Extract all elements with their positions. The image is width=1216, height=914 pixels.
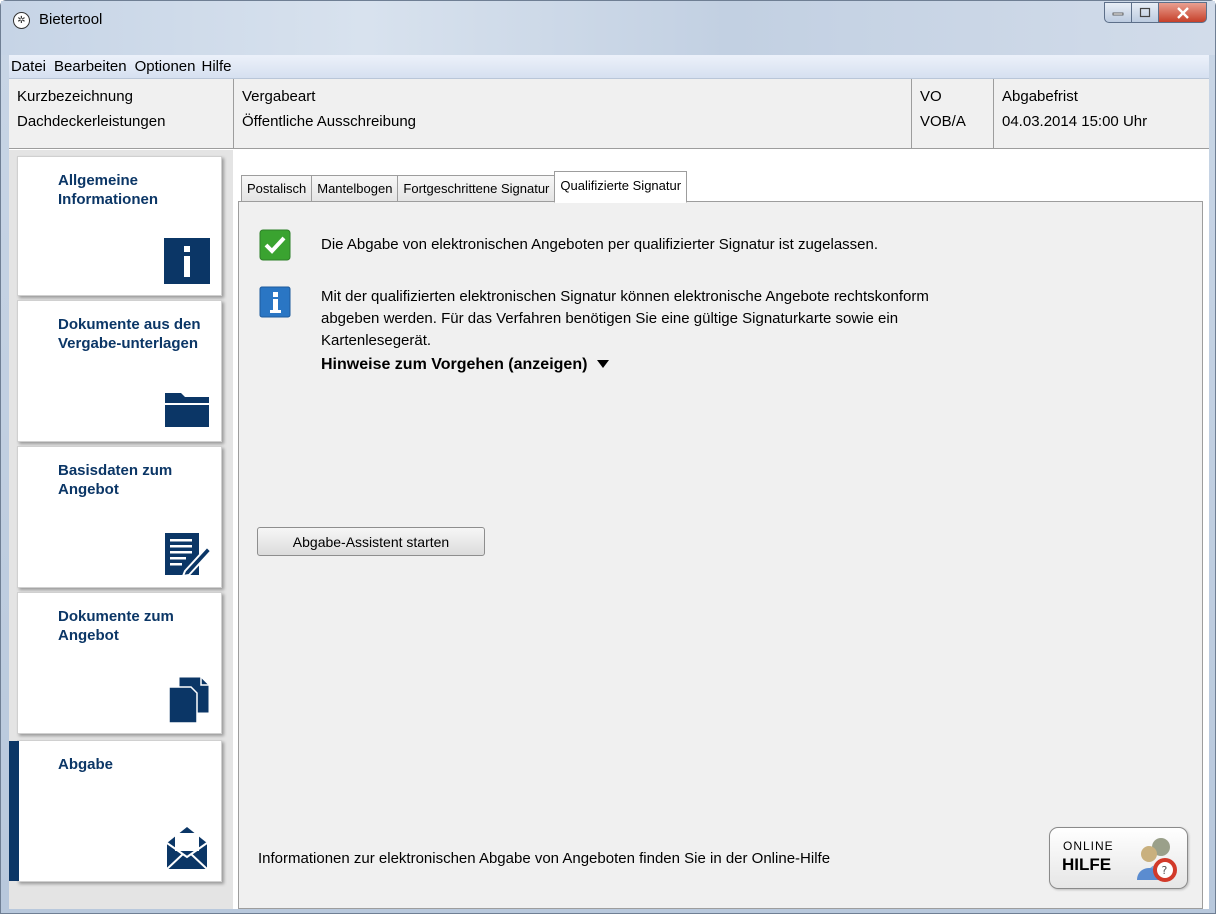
header-label: Abgabefrist [1002,88,1078,105]
header-vo: VO VOB/A [912,79,994,148]
window-title: Bietertool [39,11,103,28]
tab-strip: Postalisch Mantelbogen Fortgeschrittene … [241,171,688,203]
client-area: Kurzbezeichnung Dachdeckerleistungen Ver… [9,79,1209,909]
tab-qualifizierte-signatur[interactable]: Qualifizierte Signatur [554,171,688,203]
hint-toggle[interactable]: Hinweise zum Vorgehen (anzeigen) [321,356,929,374]
allowed-message-row: Die Abgabe von elektronischen Angeboten … [259,229,878,261]
title-bar[interactable]: ✲ Bietertool [1,1,1215,55]
help-online-label: ONLINE [1063,839,1114,853]
tab-panel-qualifizierte-signatur: Die Abgabe von elektronischen Angeboten … [238,201,1203,909]
info-line: abgeben werden. Für das Verfahren benöti… [321,310,899,327]
info-message-icon [259,286,291,318]
menu-optionen[interactable]: Optionen [133,58,198,75]
sidebar-item-dokumente-angebot[interactable]: Dokumente zum Angebot [17,592,222,734]
online-help-hint: Informationen zur elektronischen Abgabe … [258,850,831,867]
envelope-icon [166,827,208,870]
tab-mantelbogen[interactable]: Mantelbogen [311,175,399,202]
app-window: ✲ Bietertool Datei Bearbeiten Optionen H… [0,0,1216,914]
info-icon [164,238,210,284]
sidebar-item-allgemeine-informationen[interactable]: Allgemeine Informationen [17,156,222,296]
sidebar-item-label: Basisdaten zum Angebot [58,462,173,498]
allowed-message: Die Abgabe von elektronischen Angeboten … [321,236,879,253]
app-logo-icon: ✲ [13,12,30,29]
header-vergabeart: Vergabeart Öffentliche Ausschreibung [234,79,912,148]
triangle-down-icon [596,360,609,368]
sidebar-item-basisdaten[interactable]: Basisdaten zum Angebot [17,446,222,588]
menu-datei[interactable]: Datei [9,58,48,75]
info-line: Mit der qualifizierten elektronischen Si… [321,288,929,305]
active-indicator [9,741,19,881]
sidebar-item-label: Abgabe [58,756,114,773]
hint-toggle-label: Hinweise zum Vorgehen (anzeigen) [321,356,588,373]
info-message-row: Mit der qualifizierten elektronischen Si… [259,286,929,374]
tab-fortgeschrittene-signatur[interactable]: Fortgeschrittene Signatur [397,175,556,202]
header-kurzbezeichnung: Kurzbezeichnung Dachdeckerleistungen [9,79,234,148]
svg-text:?: ? [1162,864,1168,877]
info-message: Mit der qualifizierten elektronischen Si… [321,286,929,374]
menu-bearbeiten[interactable]: Bearbeiten [52,58,129,75]
maximize-icon [1139,7,1151,18]
help-hilfe-label: HILFE [1062,855,1112,874]
sidebar-item-label: Dokumente zum Angebot [58,608,174,644]
sidebar-item-abgabe[interactable]: Abgabe [9,740,222,882]
header-abgabefrist: Abgabefrist 04.03.2014 15:00 Uhr [994,79,1209,148]
sidebar-item-label: Dokumente aus den Vergabe-unterlagen [58,316,201,352]
minimize-button[interactable] [1104,2,1132,23]
help-person-icon: ? [1137,838,1177,882]
header-value: 04.03.2014 15:00 Uhr [1002,113,1148,130]
minimize-icon [1112,12,1124,15]
menu-bar: Datei Bearbeiten Optionen Hilfe [9,55,1209,79]
header-value: VOB/A [920,113,966,130]
close-icon [1176,6,1189,19]
header-label: VO [920,88,942,105]
documents-icon [168,676,210,723]
close-button[interactable] [1159,2,1207,23]
checkmark-icon [259,229,291,261]
header-value: Dachdeckerleistungen [17,113,166,130]
tab-postalisch[interactable]: Postalisch [241,175,313,202]
edit-document-icon [165,533,211,577]
window-controls [1104,2,1207,23]
header-label: Kurzbezeichnung [17,88,133,105]
info-line: Kartenlesegerät. [321,332,432,349]
header-label: Vergabeart [242,88,316,105]
header-value: Öffentliche Ausschreibung [242,113,417,130]
sidebar-nav: Allgemeine Informationen Dokumente aus d… [9,150,233,909]
online-help-button[interactable]: ONLINE HILFE ? [1049,827,1188,889]
folder-icon [165,393,209,427]
maximize-button[interactable] [1132,2,1159,23]
abgabe-assistent-button[interactable]: Abgabe-Assistent starten [257,527,485,556]
menu-hilfe[interactable]: Hilfe [199,58,233,75]
sidebar-item-dokumente-vergabeunterlagen[interactable]: Dokumente aus den Vergabe-unterlagen [17,300,222,442]
sidebar-item-label: Allgemeine Informationen [58,172,158,208]
project-header: Kurzbezeichnung Dachdeckerleistungen Ver… [9,79,1209,149]
